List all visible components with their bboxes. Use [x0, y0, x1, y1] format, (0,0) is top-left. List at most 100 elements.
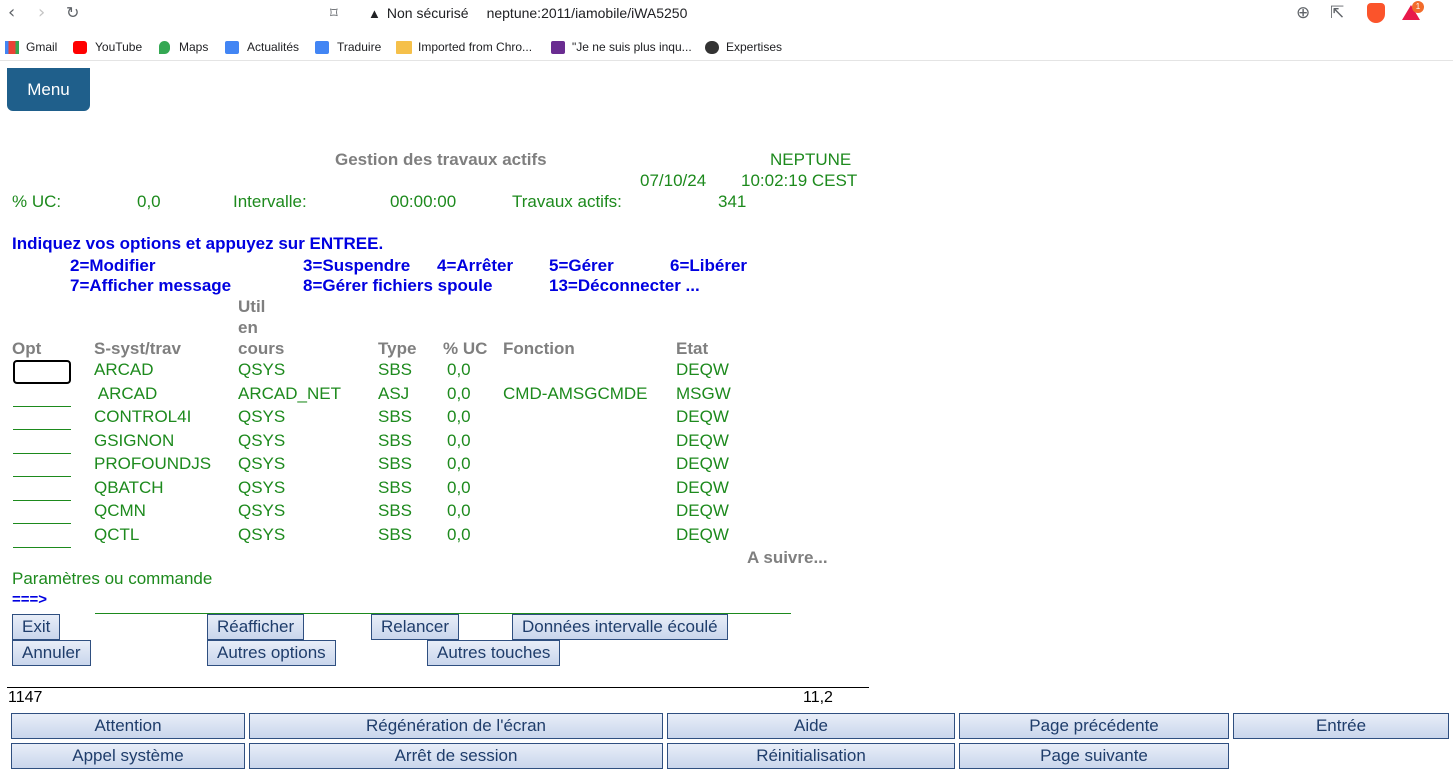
menu-button[interactable]: Menu: [7, 68, 90, 111]
gmail-icon: [5, 41, 19, 54]
option-input[interactable]: [13, 360, 71, 384]
interval-value: 00:00:00: [390, 192, 457, 211]
cpu-value: 0,0: [137, 192, 161, 211]
more-indicator: A suivre...: [747, 548, 828, 567]
active-jobs-label: Travaux actifs:: [512, 192, 622, 211]
job-name: PROFOUNDJS: [94, 454, 212, 473]
bookmark-youtube[interactable]: YouTube: [95, 40, 142, 54]
cancel-button[interactable]: Annuler: [12, 640, 91, 666]
bookmark-article[interactable]: "Je ne suis plus inqu...: [572, 40, 692, 54]
bookmark-folder-imported[interactable]: Imported from Chro...: [418, 40, 532, 54]
option-2: 2=Modifier: [70, 256, 156, 275]
job-cpu: 0,0: [447, 384, 471, 403]
cpu-label: % UC:: [12, 192, 62, 211]
option-input[interactable]: [13, 502, 71, 524]
zoom-icon[interactable]: ⊕: [1296, 3, 1310, 23]
job-user: QSYS: [238, 454, 286, 473]
job-name: ARCAD: [94, 384, 158, 403]
job-cpu: 0,0: [447, 525, 471, 544]
refresh-screen-button[interactable]: Régénération de l'écran: [249, 713, 663, 739]
screen-title: Gestion des travaux actifs: [335, 150, 547, 169]
system-request-button[interactable]: Appel système: [11, 743, 245, 769]
job-name: QBATCH: [94, 478, 164, 497]
option-5: 5=Gérer: [549, 256, 614, 275]
option-input[interactable]: [13, 385, 71, 407]
job-user: QSYS: [238, 478, 286, 497]
interval-data-button[interactable]: Données intervalle écoulé: [512, 614, 728, 640]
forward-arrow-icon[interactable]: ›: [38, 3, 45, 23]
col-status: Etat: [676, 339, 709, 358]
option-input[interactable]: [13, 432, 71, 454]
bookmark-news[interactable]: Actualités: [247, 40, 299, 54]
job-user: QSYS: [238, 407, 286, 426]
browser-toolbar: ‹ › ↻ ⌑ ▲ Non sécurisé neptune:2011/iamobi…: [0, 0, 1453, 29]
job-name: QCMN: [94, 501, 146, 520]
option-6: 6=Libérer: [670, 256, 748, 275]
youtube-icon: [73, 41, 87, 54]
job-user: QSYS: [238, 360, 286, 379]
bookmark-maps[interactable]: Maps: [179, 40, 208, 54]
col-user-line2: en: [238, 318, 258, 337]
rewards-badge: 1: [1412, 1, 1424, 13]
job-status: DEQW: [676, 501, 729, 520]
job-user: QSYS: [238, 501, 286, 520]
reload-icon[interactable]: ↻: [66, 3, 79, 23]
job-function: CMD-AMSGCMDE: [503, 384, 648, 403]
job-user: QSYS: [238, 525, 286, 544]
reset-button[interactable]: Réinitialisation: [667, 743, 955, 769]
share-icon[interactable]: ⇱: [1330, 3, 1344, 23]
job-cpu: 0,0: [447, 431, 471, 450]
option-input[interactable]: [13, 455, 71, 477]
system-name: NEPTUNE: [770, 150, 852, 169]
option-4: 4=Arrêter: [437, 256, 514, 275]
job-name: GSIGNON: [94, 431, 175, 450]
maps-icon: [159, 41, 170, 54]
address-bar[interactable]: ▲ Non sécurisé neptune:2011/iamobile/iWA52…: [368, 5, 687, 21]
option-input[interactable]: [13, 526, 71, 548]
exit-button[interactable]: Exit: [12, 614, 61, 640]
col-function: Fonction: [503, 339, 575, 358]
job-user: QSYS: [238, 431, 286, 450]
folder-icon: [396, 41, 412, 54]
refresh-button[interactable]: Réafficher: [207, 614, 305, 640]
col-subsystem-job: S-syst/trav: [94, 339, 181, 358]
job-user: ARCAD_NET: [238, 384, 341, 403]
active-jobs-value: 341: [718, 192, 747, 211]
end-session-button[interactable]: Arrêt de session: [249, 743, 663, 769]
page-up-button[interactable]: Page précédente: [959, 713, 1229, 739]
back-arrow-icon[interactable]: ‹: [8, 3, 15, 23]
more-keys-button[interactable]: Autres touches: [427, 640, 561, 666]
bookmark-star-icon[interactable]: ⌑: [330, 3, 338, 23]
bookmark-gmail[interactable]: Gmail: [26, 40, 57, 54]
status-divider: [7, 687, 869, 688]
enter-button[interactable]: Entrée: [1233, 713, 1449, 739]
restart-button[interactable]: Relancer: [371, 614, 460, 640]
bookmark-expertises[interactable]: Expertises: [726, 40, 782, 54]
globe-icon: [705, 41, 719, 54]
col-user-line3: cours: [238, 339, 285, 358]
bookmark-page-icon: [551, 41, 565, 54]
job-type: SBS: [378, 478, 413, 497]
option-input[interactable]: [13, 479, 71, 501]
job-name: QCTL: [94, 525, 140, 544]
command-input[interactable]: [95, 593, 791, 614]
job-status: DEQW: [676, 478, 729, 497]
col-cpu: % UC: [443, 339, 488, 358]
job-type: SBS: [378, 407, 413, 426]
attention-button[interactable]: Attention: [11, 713, 245, 739]
brave-shields-icon[interactable]: [1367, 3, 1385, 23]
current-time: 10:02:19 CEST: [741, 171, 858, 190]
instructions-text: Indiquez vos options et appuyez sur ENTR…: [12, 234, 384, 253]
bookmark-translate[interactable]: Traduire: [337, 40, 381, 54]
url-text: neptune:2011/iamobile/iWA5250: [486, 5, 688, 21]
job-type: SBS: [378, 525, 413, 544]
job-status: DEQW: [676, 407, 729, 426]
help-button[interactable]: Aide: [667, 713, 955, 739]
page-down-button[interactable]: Page suivante: [959, 743, 1229, 769]
job-cpu: 0,0: [447, 501, 471, 520]
more-options-button[interactable]: Autres options: [207, 640, 336, 666]
option-input[interactable]: [13, 408, 71, 430]
status-message-id: 1147: [8, 689, 43, 706]
job-status: MSGW: [676, 384, 731, 403]
bookmarks-bar: Gmail YouTube Maps Actualités Traduire I…: [0, 35, 1453, 61]
